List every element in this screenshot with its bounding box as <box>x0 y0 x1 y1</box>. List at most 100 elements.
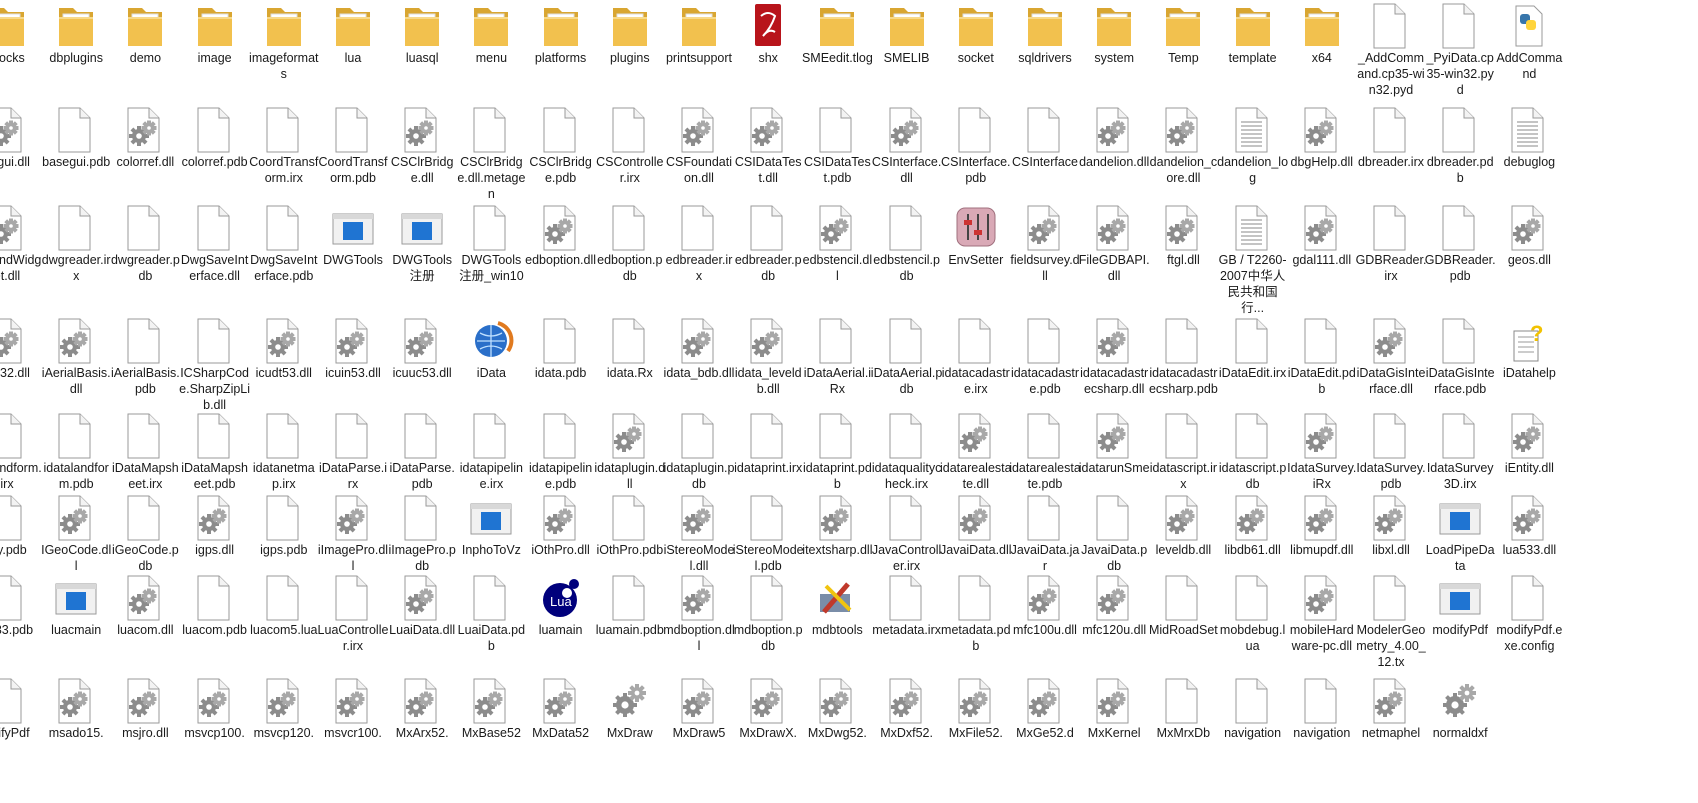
file-item-mxkernel52-dll[interactable]: MxKernel <box>1079 675 1149 741</box>
file-item-imageformats[interactable]: imageformats <box>249 0 319 82</box>
file-item-javacontroller-irx[interactable]: JavaController.irx <box>872 492 942 574</box>
file-item-idataplugin-pdb[interactable]: idataplugin.pdb <box>664 410 734 492</box>
file-item-image[interactable]: image <box>180 0 250 66</box>
file-item-shx[interactable]: shx <box>733 0 803 66</box>
file-item-libxl-dll[interactable]: libxl.dll <box>1356 492 1426 558</box>
file-item-lua[interactable]: lua <box>318 0 388 66</box>
file-item-idataedit-pdb[interactable]: iDataEdit.pdb <box>1287 315 1357 397</box>
file-item-idatamapsheet-pdb[interactable]: iDataMapsheet.pdb <box>180 410 250 492</box>
file-item-colorref-dll[interactable]: colorref.dll <box>110 104 180 170</box>
file-item-mxbase52-dll[interactable]: MxBase52 <box>456 675 526 741</box>
file-item-idatapipeline-pdb[interactable]: idatapipeline.pdb <box>526 410 596 492</box>
file-item-mdboption-pdb[interactable]: mdboption.pdb <box>733 572 803 654</box>
file-item-csclrbridge-pdb[interactable]: CSClrBridge.pdb <box>526 104 596 186</box>
file-item-dandelion-core-dll[interactable]: dandelion_core.dll <box>1148 104 1218 186</box>
file-item-edbstencil-dll[interactable]: edbstencil.dll <box>802 202 872 284</box>
file-item-navigation[interactable]: navigation <box>1287 675 1357 741</box>
file-item-ientity-pdb[interactable]: tity.pdb <box>0 492 42 558</box>
file-item-basegui-pdb[interactable]: basegui.pdb <box>41 104 111 170</box>
file-item-mxdwg52-dll[interactable]: MxDwg52. <box>802 675 872 741</box>
file-item-edbstencil-pdb[interactable]: edbstencil.pdb <box>872 202 942 284</box>
file-item-modifypdf[interactable]: modifyPdf <box>1425 572 1495 638</box>
file-item-igps-pdb[interactable]: igps.pdb <box>249 492 319 558</box>
file-item-idataparse-pdb[interactable]: iDataParse.pdb <box>387 410 457 492</box>
file-item-fieldsurvey-dll[interactable]: fieldsurvey.dll <box>1010 202 1080 284</box>
file-item-idataedit-irx[interactable]: iDataEdit.irx <box>1218 315 1288 381</box>
file-item-icudt53-dll[interactable]: icudt53.dll <box>249 315 319 381</box>
file-item-luasql[interactable]: luasql <box>387 0 457 66</box>
file-item-iimagepro-pdb[interactable]: iImagePro.pdb <box>387 492 457 574</box>
file-item-javaidata-dll[interactable]: JavaiData.dll <box>940 492 1012 558</box>
file-item-dwgtools-win10[interactable]: DWGTools注册_win10 <box>456 202 526 284</box>
file-item-basegui-dll[interactable]: segui.dll <box>0 104 42 170</box>
file-item-idataparse-irx[interactable]: iDataParse.irx <box>318 410 388 492</box>
file-item-template[interactable]: template <box>1218 0 1288 66</box>
file-item-smeedit-tlog[interactable]: SMEedit.tlog <box>802 0 873 66</box>
file-item-idatacadastrecsharp-pdb[interactable]: idatacadastrecsharp.pdb <box>1148 315 1218 397</box>
file-item-ftgl-dll[interactable]: ftgl.dll <box>1148 202 1218 268</box>
file-item-csinterface[interactable]: CSInterface <box>1010 104 1080 170</box>
file-item-midroadset[interactable]: MidRoadSet <box>1148 572 1218 638</box>
file-item-libdb61-dll[interactable]: libdb61.dll <box>1218 492 1288 558</box>
file-item-idatalandform-irx[interactable]: atalandform.irx <box>0 410 42 492</box>
file-item-dbreader-pdb[interactable]: dbreader.pdb <box>1425 104 1495 186</box>
file-item-gdbreader-pdb[interactable]: GDBReader.pdb <box>1425 202 1496 284</box>
file-item-coordtransform-irx[interactable]: CoordTransform.irx <box>249 104 319 186</box>
file-item-gdal111-dll[interactable]: gdal111.dll <box>1287 202 1357 268</box>
file-item-dandelion-log[interactable]: dandelion_log <box>1217 104 1288 186</box>
file-item-pyidata-cp35-win32-pyd[interactable]: _PyiData.cp35-win32.pyd <box>1425 0 1495 98</box>
file-item-mdboption-dll[interactable]: mdboption.dll <box>663 572 735 654</box>
file-item-debuglog[interactable]: debuglog <box>1494 104 1564 170</box>
file-item-x64[interactable]: x64 <box>1287 0 1357 66</box>
file-item-idatarealestate-pdb[interactable]: idatarealestate.pdb <box>1009 410 1081 492</box>
file-item-luacom-dll[interactable]: luacom.dll <box>110 572 180 638</box>
file-item-modelergeometry-4-00-12-tx[interactable]: ModelerGeometry_4.00_12.tx <box>1356 572 1426 670</box>
file-item-printsupport[interactable]: printsupport <box>664 0 734 66</box>
file-item-idatacadastrecsharp-dll[interactable]: idatacadastrecsharp.dll <box>1079 315 1149 397</box>
file-item-idata-leveldb-dll[interactable]: idata_leveldb.dll <box>733 315 803 397</box>
file-item-navigation[interactable]: navigation <box>1218 675 1288 741</box>
file-item-mxdxf52-dll[interactable]: MxDxf52. <box>872 675 942 741</box>
file-item-edboption-pdb[interactable]: edboption.pdb <box>595 202 665 284</box>
file-item-loadpipedata[interactable]: LoadPipeData <box>1425 492 1495 574</box>
file-item-modifypdf[interactable]: odifyPdf <box>0 675 42 741</box>
file-item-idataqualitycheck-irx[interactable]: idataqualitycheck.irx <box>872 410 942 492</box>
file-item-platforms[interactable]: platforms <box>526 0 596 66</box>
file-item-addcommand[interactable]: AddCommand <box>1494 0 1564 82</box>
file-item-msvcr100-dll[interactable]: msvcr100. <box>318 675 388 741</box>
file-item-cscontroller-irx[interactable]: CSController.irx <box>595 104 665 186</box>
file-item-idata[interactable]: iData <box>456 315 526 381</box>
file-item-mxarx52-dll[interactable]: MxArx52. <box>387 675 457 741</box>
file-item-idata-pdb[interactable]: idata.pdb <box>526 315 596 381</box>
file-item-icsharpcode-sharpziplib-dll[interactable]: ICSharpCode.SharpZipLib.dll <box>179 315 250 413</box>
file-item-modifypdf-exe-config[interactable]: modifyPdf.exe.config <box>1494 572 1564 654</box>
file-item-dandelion-dll[interactable]: dandelion.dll <box>1079 104 1149 170</box>
file-item-mdbtools[interactable]: mdbtools <box>802 572 872 638</box>
file-item-iaerialbasis-pdb[interactable]: iAerialBasis.pdb <box>110 315 180 397</box>
file-item-iaerialbasis-dll[interactable]: iAerialBasis.dll <box>41 315 111 397</box>
file-item-mxdrawx-dll[interactable]: MxDrawX. <box>733 675 803 741</box>
file-item-menu[interactable]: menu <box>456 0 526 66</box>
file-item-libmupdf-dll[interactable]: libmupdf.dll <box>1287 492 1357 558</box>
file-item-idataplugin-dll[interactable]: idataplugin.dll <box>594 410 665 492</box>
file-item-ientity-dll[interactable]: iEntity.dll <box>1494 410 1564 476</box>
file-item-idatarunsme[interactable]: idatarunSme <box>1079 410 1150 476</box>
file-item-view32-dll[interactable]: ew32.dll <box>0 315 42 381</box>
file-item-dbreader-irx[interactable]: dbreader.irx <box>1356 104 1426 170</box>
file-item-mobilehardware-pc-dll[interactable]: mobileHardware-pc.dll <box>1287 572 1357 654</box>
file-item-dwgreader-pdb[interactable]: dwgreader.pdb <box>110 202 180 284</box>
file-item-edboption-dll[interactable]: edboption.dll <box>525 202 596 268</box>
file-item-luamain[interactable]: Lua luamain <box>526 572 596 638</box>
file-item-metadata-pdb[interactable]: metadata.pdb <box>941 572 1011 654</box>
file-item-amrendwidget-dll[interactable]: MRendWidget.dll <box>0 202 42 284</box>
file-item-idatanetmap-irx[interactable]: idatanetmap.irx <box>249 410 319 492</box>
file-item-dbplugins[interactable]: dbplugins <box>41 0 111 66</box>
file-item-leveldb-dll[interactable]: leveldb.dll <box>1148 492 1218 558</box>
file-item-idataprint-irx[interactable]: idataprint.irx <box>733 410 803 476</box>
file-item-smelib[interactable]: SMELIB <box>872 0 942 66</box>
file-item-msjro-dll[interactable]: msjro.dll <box>110 675 180 741</box>
file-item-idatascript-pdb[interactable]: idatascript.pdb <box>1218 410 1288 492</box>
file-item-csclrbridge-dll-metagen[interactable]: CSClrBridge.dll.metagen <box>456 104 526 202</box>
file-item-luaidata-dll[interactable]: LuaiData.dll <box>387 572 457 638</box>
file-item-mobdebug-lua[interactable]: mobdebug.lua <box>1218 572 1288 654</box>
